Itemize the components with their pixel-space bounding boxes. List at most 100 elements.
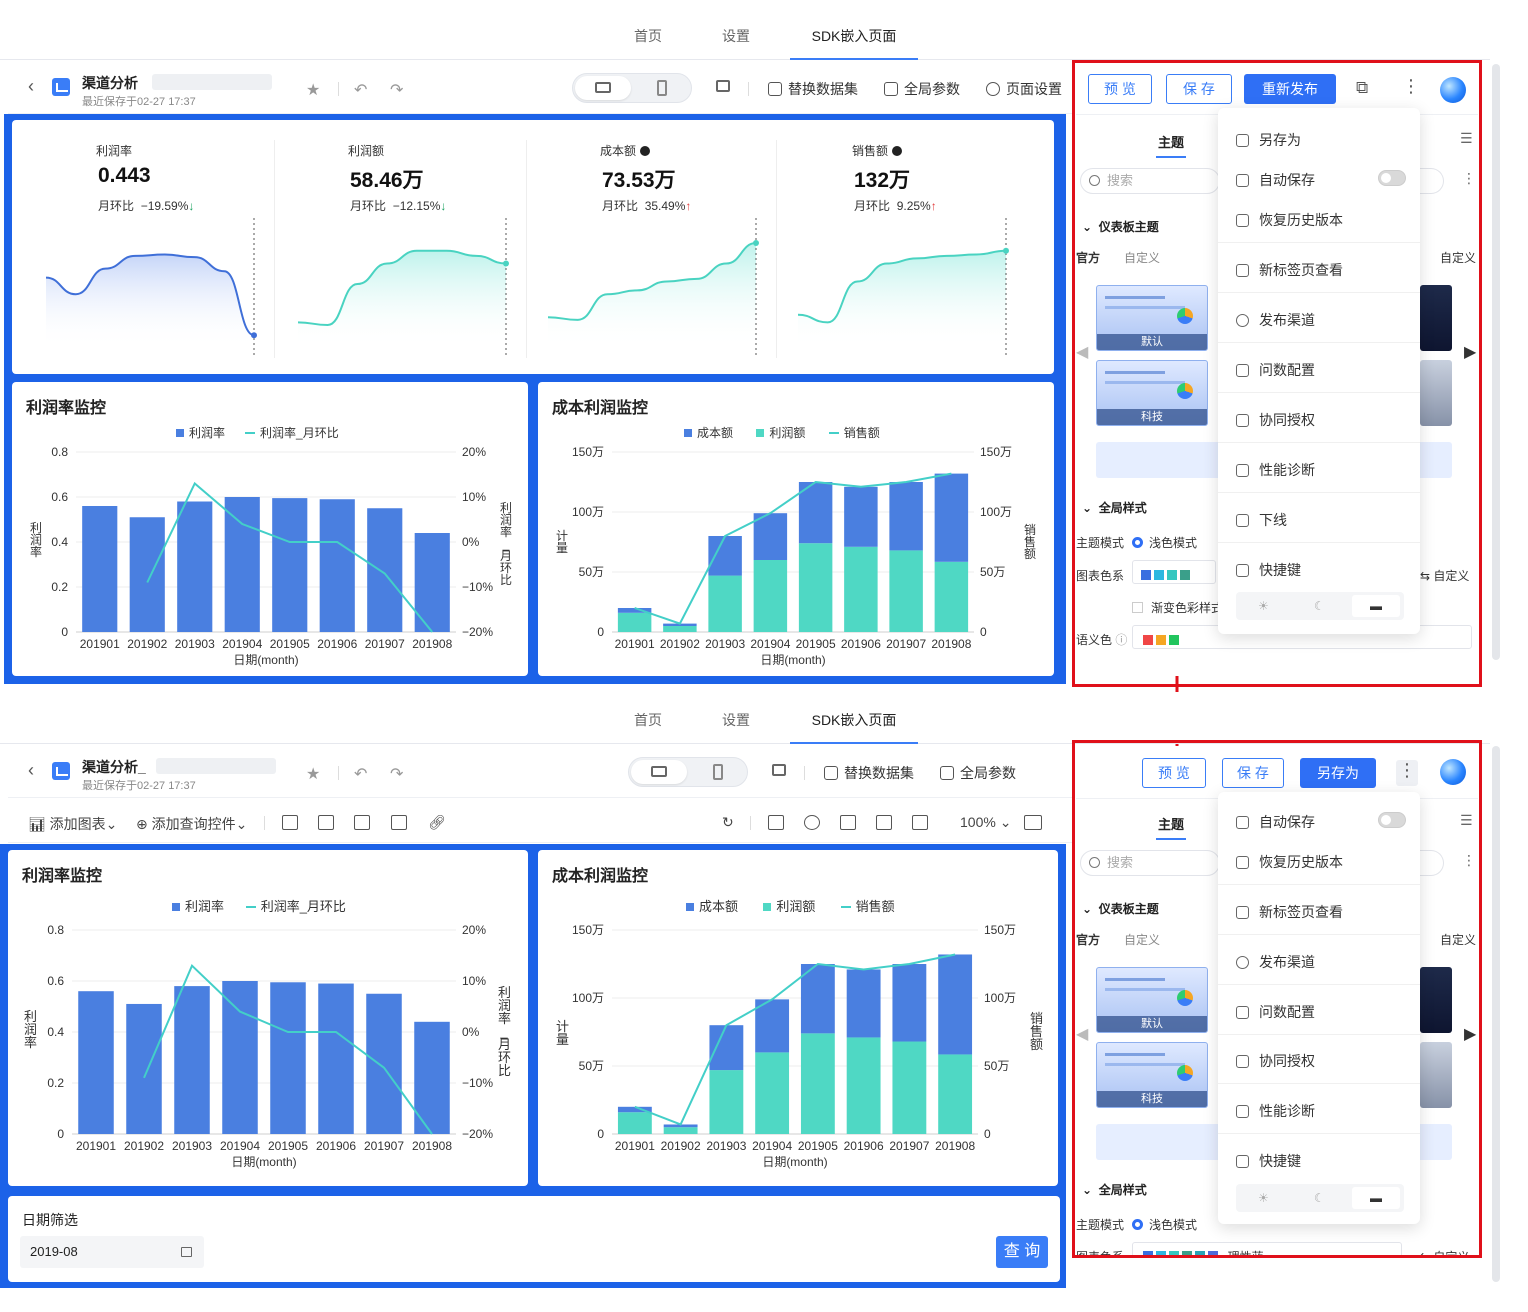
- kpi-mom: 月环比 9.25%↑: [854, 199, 937, 213]
- chevron-left-icon[interactable]: ‹: [28, 76, 34, 97]
- add-chart-button[interactable]: 📊︎ 添加图表⌄: [28, 814, 117, 834]
- device-switch[interactable]: [628, 757, 748, 787]
- x-axis-label: 日期(month): [231, 1155, 296, 1169]
- bar-cost-201907: [892, 964, 927, 1042]
- arrow-down-icon: ↓: [188, 199, 195, 213]
- y-tick-label: 0.8: [51, 445, 68, 459]
- chart-card-profit-rate[interactable]: 利润率监控 利润率 利润率_月环比 利润率 利润率_月环比 0 0.2 0.4 0.6…: [8, 850, 528, 1186]
- add-query-control-button[interactable]: ⊕ 添加查询控件⌄: [136, 814, 247, 834]
- info-icon: [892, 146, 903, 156]
- link-icon[interactable]: 🔗︎: [428, 814, 446, 831]
- chart-card-cost-profit[interactable]: 成本利润监控 成本额 利润额 销售额 计量 销售额 0 50万 100万 150万 0 5…: [538, 850, 1058, 1186]
- bar-cost-201908: [938, 954, 973, 1055]
- redo-icon[interactable]: ↷: [390, 764, 403, 784]
- x-tick-label: 201906: [841, 637, 881, 651]
- bar-cost-201906: [844, 486, 878, 547]
- page-settings-button[interactable]: 页面设置: [986, 79, 1062, 99]
- info-icon: [640, 146, 651, 156]
- lock-icon[interactable]: [716, 80, 730, 92]
- y-tick-label: 0: [61, 625, 68, 639]
- container-icon[interactable]: [318, 815, 334, 830]
- text-icon[interactable]: [354, 815, 370, 830]
- bar-cost-201906: [846, 969, 881, 1038]
- hierarchy-icon[interactable]: [840, 815, 856, 830]
- query-button[interactable]: 查 询: [996, 1236, 1048, 1268]
- bar-201906: [319, 499, 355, 632]
- dashboard-title[interactable]: 渠道分析_: [82, 757, 146, 777]
- redo-icon[interactable]: ↷: [390, 80, 403, 100]
- nav-tab-home[interactable]: 首页: [634, 710, 662, 730]
- layout-icon[interactable]: [282, 815, 298, 830]
- fullscreen-icon[interactable]: [1024, 815, 1042, 830]
- nav-active-underline: [790, 58, 918, 60]
- desktop-icon[interactable]: [651, 766, 667, 777]
- chevron-left-icon[interactable]: ‹: [28, 760, 34, 781]
- global-params-button[interactable]: 全局参数: [884, 79, 960, 99]
- bar-201904: [222, 981, 258, 1134]
- nav-tab-settings[interactable]: 设置: [722, 710, 750, 730]
- y-tick-label: 0: [597, 1127, 604, 1141]
- lock-icon[interactable]: [772, 764, 786, 776]
- bar-profit-201905: [798, 543, 833, 632]
- bar-profit-201902: [663, 626, 697, 632]
- x-tick-label: 201903: [705, 637, 745, 651]
- chart-card-profit-rate[interactable]: 利润率监控 利润率 利润率_月环比 利润率 利润率_月环比 0 0.2 0.4 0.6…: [12, 382, 528, 676]
- x-tick-label: 201905: [268, 1139, 308, 1153]
- replace-dataset-button[interactable]: 替换数据集: [768, 79, 858, 99]
- x-tick-label: 201906: [317, 637, 357, 651]
- report-logo-icon: [52, 78, 70, 96]
- image-icon[interactable]: [391, 815, 407, 830]
- y2-tick-label: 0%: [462, 1025, 480, 1039]
- date-picker[interactable]: 2019-08: [20, 1236, 204, 1268]
- y-tick-label: 50万: [579, 565, 604, 579]
- chart-card-cost-profit[interactable]: 成本利润监控 成本额 利润额 销售额 计量 销售额 0 50万 100万 150万 0 5…: [538, 382, 1054, 676]
- device-switch[interactable]: [572, 73, 692, 103]
- panel-scrollbar[interactable]: [1492, 746, 1500, 1282]
- nav-tab-settings[interactable]: 设置: [722, 26, 750, 46]
- replace-dataset-button[interactable]: 替换数据集: [824, 763, 914, 783]
- kpi-profit-amount[interactable]: 利润额 58.46万 月环比 −12.15%↓: [264, 138, 504, 366]
- bar-profit-201906: [846, 1037, 881, 1134]
- desktop-icon[interactable]: [595, 82, 611, 93]
- panel-scrollbar[interactable]: [1492, 64, 1500, 660]
- y-tick-label: 50万: [579, 1059, 604, 1073]
- title-redacted: [156, 758, 276, 774]
- star-icon[interactable]: ★: [306, 764, 320, 784]
- nav-tab-sdk[interactable]: SDK嵌入页面: [812, 710, 897, 730]
- bar-cost-201907: [889, 482, 923, 551]
- kpi-profit-rate[interactable]: 利润率 0.443 月环比 −19.59%↓: [12, 138, 252, 366]
- bar-profit-201907: [889, 550, 923, 632]
- bar-201907: [366, 993, 402, 1134]
- refresh-icon[interactable]: ↻: [722, 814, 734, 831]
- x-tick-label: 201907: [364, 1139, 404, 1153]
- report-icon[interactable]: [768, 815, 784, 830]
- x-tick-label: 201904: [220, 1139, 260, 1153]
- mobile-icon[interactable]: [657, 80, 667, 96]
- y2-tick-label: 10%: [462, 490, 486, 504]
- x-tick-label: 201903: [175, 637, 215, 651]
- dashboard-title[interactable]: 渠道分析: [82, 73, 138, 93]
- star-icon[interactable]: ★: [306, 80, 320, 100]
- kpi-label: 成本额: [600, 142, 651, 159]
- y-tick-label: 150万: [572, 445, 604, 459]
- global-params-button[interactable]: 全局参数: [940, 763, 1016, 783]
- cost-profit-chart: 0 50万 100万 150万 0 50万 100万 150万 201901 201902 2019…: [572, 445, 1012, 667]
- x-axis-label: 日期(month): [762, 1155, 827, 1169]
- nav-tab-home[interactable]: 首页: [634, 26, 662, 46]
- zoom-select[interactable]: 100% ⌄: [960, 814, 1011, 831]
- kpi-cost-amount[interactable]: 成本额 73.53万 月环比 35.49%↑: [516, 138, 756, 366]
- y2-tick-label: −10%: [462, 1076, 493, 1090]
- nav-tab-sdk[interactable]: SDK嵌入页面: [812, 26, 897, 46]
- mobile-icon[interactable]: [713, 764, 723, 780]
- search-chart-icon[interactable]: [804, 815, 820, 830]
- kpi-mom: 月环比 35.49%↑: [602, 199, 692, 213]
- bar-cost-201903: [708, 536, 742, 576]
- check-icon[interactable]: [912, 815, 928, 830]
- bar-profit-201903: [708, 575, 742, 632]
- gear-icon: [986, 82, 1000, 96]
- filter-icon[interactable]: [876, 815, 892, 830]
- undo-icon[interactable]: ↶: [354, 80, 367, 100]
- kpi-sales-amount[interactable]: 销售额 132万 月环比 9.25%↑: [768, 138, 1008, 366]
- undo-icon[interactable]: ↶: [354, 764, 367, 784]
- bar-201905: [270, 982, 306, 1134]
